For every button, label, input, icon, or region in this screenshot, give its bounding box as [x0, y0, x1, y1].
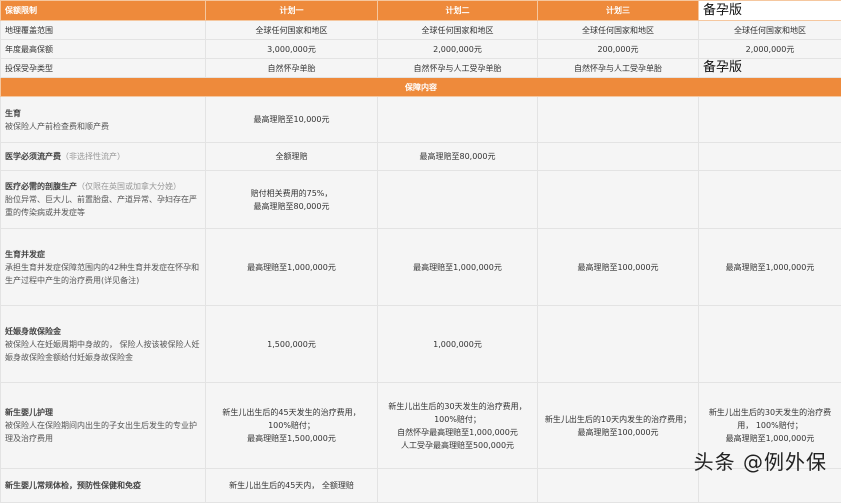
- table-cell: [378, 469, 538, 503]
- table-cell: 自然怀孕与人工受孕单胎: [378, 59, 538, 78]
- table-cell: [699, 171, 841, 229]
- table-cell: 最高理赔至10,000元: [206, 97, 378, 143]
- table-cell: [538, 469, 699, 503]
- table-cell: [538, 97, 699, 143]
- coverage-label: 医疗必需的剖腹生产（仅限在英国或加拿大分娩） 胎位异常、巨大儿、前置胎盘、产道异常…: [1, 171, 206, 229]
- header-pregnancy-prep: 备孕版: [699, 1, 841, 21]
- table-row: 年度最高保额3,000,000元2,000,000元200,000元2,000,…: [1, 40, 841, 59]
- table-cell: [538, 306, 699, 383]
- watermark: 头条 @例外保: [694, 446, 827, 475]
- coverage-title: 生育: [5, 107, 201, 120]
- table-cell: 自然怀孕与人工受孕单胎: [538, 59, 699, 78]
- table-cell: 2,000,000元: [699, 40, 841, 59]
- header-plan-3: 计划三: [538, 1, 699, 21]
- table-cell: 最高理赔至1,000,000元: [206, 229, 378, 306]
- table-cell: 最高理赔至100,000元: [538, 229, 699, 306]
- table-row: 生育被保险人产前检查费和顺产费最高理赔至10,000元: [1, 97, 841, 143]
- table-cell: 全额理赔: [206, 143, 378, 171]
- header-plan-1: 计划一: [206, 1, 378, 21]
- coverage-description: 胎位异常、巨大儿、前置胎盘、产道异常、孕妇存在严重的传染病或并发症等: [5, 193, 201, 219]
- header-row: 保额限制 计划一 计划二 计划三 备孕版: [1, 1, 841, 21]
- coverage-description: 承担生育并发症保障范围内的42种生育并发症在怀孕和生产过程中产生的治疗费用(详见…: [5, 261, 201, 287]
- table-cell: 自然怀孕单胎: [206, 59, 378, 78]
- table-cell: 1,500,000元: [206, 306, 378, 383]
- table-row: 投保受孕类型自然怀孕单胎自然怀孕与人工受孕单胎自然怀孕与人工受孕单胎备孕版: [1, 59, 841, 78]
- coverage-label: 医学必须流产费（非选择性流产）: [1, 143, 206, 171]
- coverage-note: （非选择性流产）: [61, 152, 125, 161]
- coverage-label: 生育并发症承担生育并发症保障范围内的42种生育并发症在怀孕和生产过程中产生的治疗…: [1, 229, 206, 306]
- table-cell: 新生儿出生后的30天发生的治疗费用， 100%赔付； 自然怀孕最高理赔至1,00…: [378, 383, 538, 469]
- header-plan-2: 计划二: [378, 1, 538, 21]
- table-cell: 最高理赔至1,000,000元: [699, 229, 841, 306]
- table-row: 妊娠身故保险金被保险人在妊娠周期中身故的， 保险人按该被保险人妊娠身故保险金额给…: [1, 306, 841, 383]
- coverage-label: 新生婴儿常规体检，预防性保健和免疫: [1, 469, 206, 503]
- table-cell: 全球任何国家和地区: [699, 21, 841, 40]
- table-cell: [378, 171, 538, 229]
- table-cell: [378, 97, 538, 143]
- coverage-description: 被保险人产前检查费和顺产费: [5, 120, 201, 133]
- row-label: 投保受孕类型: [1, 59, 206, 78]
- coverage-label: 新生婴儿护理被保险人在保险期间内出生的子女出生后发生的专业护理及治疗费用: [1, 383, 206, 469]
- section-title: 保障内容: [1, 78, 841, 97]
- table-cell: 备孕版: [699, 59, 841, 78]
- table-cell: [699, 97, 841, 143]
- plan-comparison-table: 保额限制 计划一 计划二 计划三 备孕版 地理覆盖范围全球任何国家和地区全球任何…: [0, 0, 841, 503]
- header-limit: 保额限制: [1, 1, 206, 21]
- table-cell: 3,000,000元: [206, 40, 378, 59]
- table-cell: 最高理赔至1,000,000元: [378, 229, 538, 306]
- coverage-title: 生育并发症: [5, 248, 201, 261]
- table-cell: 全球任何国家和地区: [378, 21, 538, 40]
- table-cell: 赔付相关费用的75%， 最高理赔至80,000元: [206, 171, 378, 229]
- row-label: 地理覆盖范围: [1, 21, 206, 40]
- table-row: 医学必须流产费（非选择性流产）全额理赔最高理赔至80,000元: [1, 143, 841, 171]
- table-row: 医疗必需的剖腹生产（仅限在英国或加拿大分娩） 胎位异常、巨大儿、前置胎盘、产道异常…: [1, 171, 841, 229]
- coverage-title: 妊娠身故保险金: [5, 325, 201, 338]
- table-cell: [699, 143, 841, 171]
- coverage-note: （仅限在英国或加拿大分娩）: [77, 182, 181, 191]
- coverage-title: 医疗必需的剖腹生产: [5, 182, 77, 191]
- table-row: 生育并发症承担生育并发症保障范围内的42种生育并发症在怀孕和生产过程中产生的治疗…: [1, 229, 841, 306]
- coverage-title: 新生婴儿常规体检，预防性保健和免疫: [5, 479, 201, 492]
- coverage-description: 被保险人在妊娠周期中身故的， 保险人按该被保险人妊娠身故保险金额给付妊娠身故保险…: [5, 338, 201, 364]
- table-cell: 全球任何国家和地区: [206, 21, 378, 40]
- coverage-label: 妊娠身故保险金被保险人在妊娠周期中身故的， 保险人按该被保险人妊娠身故保险金额给…: [1, 306, 206, 383]
- table-cell: 2,000,000元: [378, 40, 538, 59]
- table-cell: [699, 306, 841, 383]
- row-label: 年度最高保额: [1, 40, 206, 59]
- table-cell: 新生儿出生后的45天内， 全额理赔: [206, 469, 378, 503]
- table-cell: 1,000,000元: [378, 306, 538, 383]
- coverage-title: 新生婴儿护理: [5, 406, 201, 419]
- table-cell: 新生儿出生后的45天发生的治疗费用， 100%赔付； 最高理赔至1,500,00…: [206, 383, 378, 469]
- table-cell: [538, 143, 699, 171]
- table-cell: 新生儿出生后的10天内发生的治疗费用； 最高理赔至100,000元: [538, 383, 699, 469]
- table-cell: 最高理赔至80,000元: [378, 143, 538, 171]
- table-cell: [538, 171, 699, 229]
- coverage-title: 医学必须流产费: [5, 152, 61, 161]
- coverage-label: 生育被保险人产前检查费和顺产费: [1, 97, 206, 143]
- section-row: 保障内容: [1, 78, 841, 97]
- pregnancy-prep-tag: 备孕版: [703, 60, 742, 75]
- table-cell: 200,000元: [538, 40, 699, 59]
- table-cell: 全球任何国家和地区: [538, 21, 699, 40]
- coverage-description: 被保险人在保险期间内出生的子女出生后发生的专业护理及治疗费用: [5, 419, 201, 445]
- table-row: 地理覆盖范围全球任何国家和地区全球任何国家和地区全球任何国家和地区全球任何国家和…: [1, 21, 841, 40]
